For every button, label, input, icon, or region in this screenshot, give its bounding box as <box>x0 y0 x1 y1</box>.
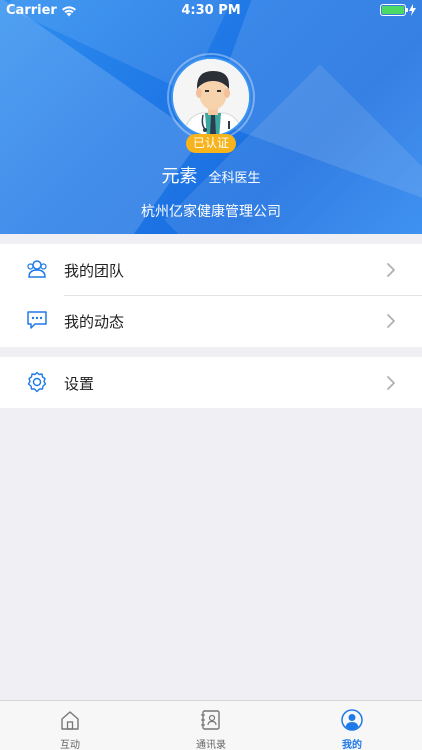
chevron-right-icon <box>387 314 395 328</box>
tab-contacts[interactable]: 通讯录 <box>141 701 281 750</box>
gear-icon <box>27 371 47 393</box>
status-bar: Carrier 4:30 PM <box>0 0 422 22</box>
message-icon <box>27 311 47 329</box>
charging-bolt-icon <box>409 4 416 16</box>
contacts-icon <box>201 710 220 730</box>
organization-name: 杭州亿家健康管理公司 <box>141 204 281 220</box>
avatar[interactable] <box>171 57 251 137</box>
chevron-right-icon <box>387 376 395 390</box>
clock: 4:30 PM <box>181 3 241 18</box>
chevron-right-icon <box>387 263 395 277</box>
tab-label: 互动 <box>60 740 80 750</box>
menu-item-label: 我的动态 <box>64 313 125 331</box>
profile-header: Carrier 4:30 PM 已认证 元素 全科医生 杭州亿家健康管理公司 <box>0 0 422 234</box>
team-icon <box>27 260 47 278</box>
menu-item-my-activity[interactable]: 我的动态 <box>0 295 422 346</box>
tab-mine[interactable]: 我的 <box>282 701 422 750</box>
menu-group-primary: 我的团队 我的动态 <box>0 244 422 347</box>
menu-item-my-team[interactable]: 我的团队 <box>0 244 422 296</box>
doctor-name: 元素 <box>161 166 198 187</box>
home-icon <box>61 711 79 730</box>
menu-item-label: 设置 <box>64 375 95 393</box>
verified-badge: 已认证 <box>186 134 236 153</box>
menu-item-settings[interactable]: 设置 <box>0 357 422 408</box>
battery-icon <box>380 4 408 16</box>
profile-icon <box>341 709 363 731</box>
doctor-info: 元素 全科医生 <box>0 162 422 188</box>
tab-bar: 互动 通讯录 我的 <box>0 700 422 750</box>
menu-group-settings: 设置 <box>0 357 422 408</box>
tab-interaction[interactable]: 互动 <box>0 701 140 750</box>
menu-item-label: 我的团队 <box>64 262 125 280</box>
battery-indicator <box>380 4 416 16</box>
doctor-title: 全科医生 <box>208 171 261 186</box>
tab-label: 通讯录 <box>196 740 226 750</box>
tab-label: 我的 <box>342 740 362 750</box>
